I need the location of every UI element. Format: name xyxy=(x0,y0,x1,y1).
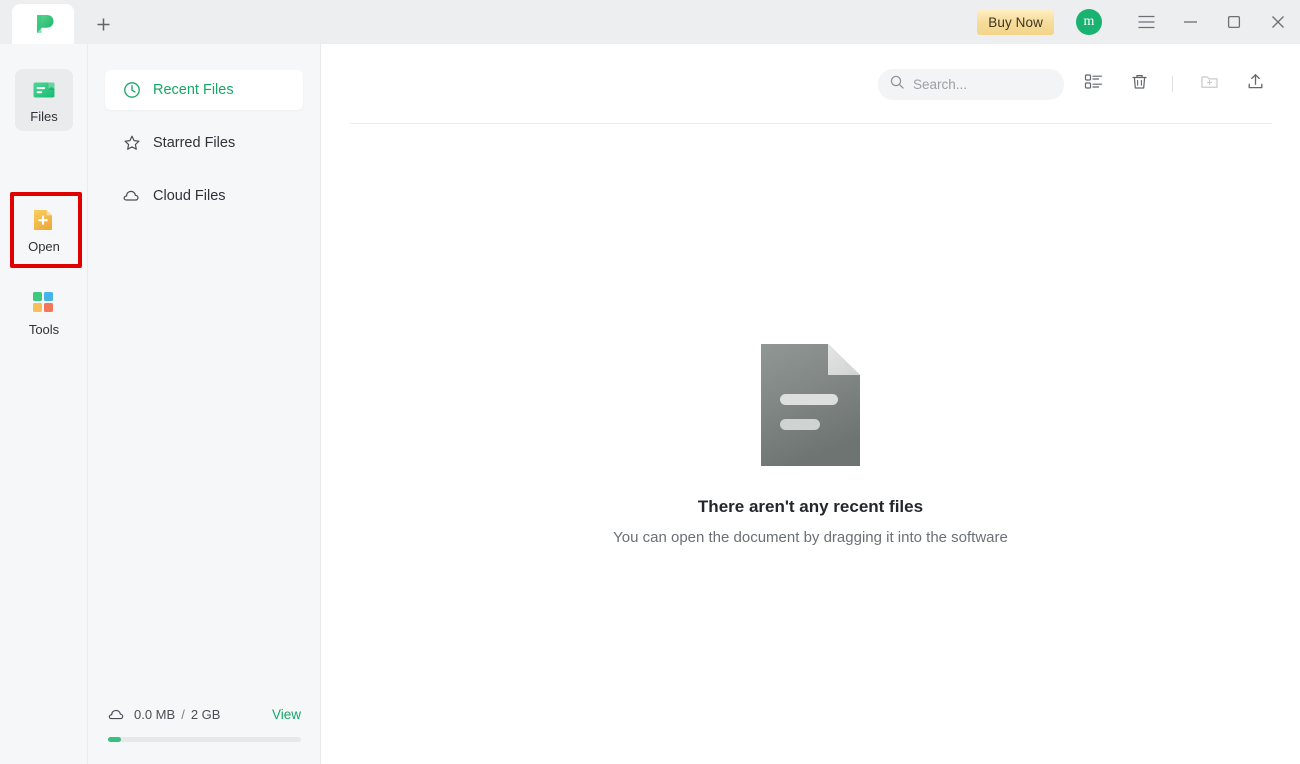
app-window: Buy Now m Files Open Tools Recent Files … xyxy=(0,0,1300,764)
toolbar-divider xyxy=(1172,76,1173,92)
new-folder-button[interactable] xyxy=(1192,67,1226,101)
storage-indicator: 0.0 MB / 2 GB View xyxy=(88,703,321,764)
avatar[interactable]: m xyxy=(1076,9,1102,35)
new-folder-icon xyxy=(1200,72,1219,96)
clock-icon xyxy=(122,81,141,100)
rail-item-files[interactable]: Files xyxy=(15,69,73,131)
document-tab[interactable] xyxy=(12,4,74,44)
open-document-plus-icon xyxy=(31,207,57,233)
list-view-icon xyxy=(1084,72,1103,96)
empty-state-title: There aren't any recent files xyxy=(697,497,924,516)
plus-icon xyxy=(96,17,111,32)
close-icon xyxy=(1271,15,1285,29)
maximize-icon xyxy=(1227,15,1241,29)
storage-separator: / xyxy=(181,706,185,722)
star-icon xyxy=(122,134,141,153)
storage-used: 0.0 MB xyxy=(134,706,176,722)
tab-strip xyxy=(0,0,122,44)
nav-panel: Recent Files Starred Files Cloud Files 0… xyxy=(88,44,321,764)
storage-progress-fill xyxy=(108,737,121,742)
storage-row: 0.0 MB / 2 GB View xyxy=(108,703,301,725)
title-bar: Buy Now m xyxy=(0,0,1300,44)
document-placeholder-icon xyxy=(761,344,860,466)
cloud-icon xyxy=(122,187,141,206)
sidebar-item-label: Recent Files xyxy=(153,82,234,98)
hamburger-menu-icon xyxy=(1138,15,1155,29)
empty-state: There aren't any recent files You can op… xyxy=(321,344,1300,546)
empty-state-subtitle: You can open the document by dragging it… xyxy=(613,529,1008,546)
rail-item-tools[interactable]: Tools xyxy=(15,282,73,344)
hamburger-menu-button[interactable] xyxy=(1124,0,1168,44)
app-logo-icon xyxy=(30,11,56,37)
storage-view-link[interactable]: View xyxy=(272,707,301,722)
sidebar-item-starred-files[interactable]: Starred Files xyxy=(105,123,303,163)
minimize-button[interactable] xyxy=(1168,0,1212,44)
sidebar-item-label: Starred Files xyxy=(153,135,236,151)
storage-total: 2 GB xyxy=(190,706,221,722)
trash-button[interactable] xyxy=(1122,67,1156,101)
main-content: Search... There aren't any recent files … xyxy=(321,44,1300,764)
search-icon xyxy=(890,75,904,94)
left-rail: Files Open Tools xyxy=(0,44,88,764)
close-button[interactable] xyxy=(1256,0,1300,44)
trash-icon xyxy=(1130,72,1149,96)
files-icon xyxy=(31,77,57,103)
rail-item-label: Open xyxy=(28,238,60,254)
title-bar-controls: Buy Now m xyxy=(977,0,1300,44)
search-placeholder: Search... xyxy=(913,76,968,92)
toolbar-rule xyxy=(350,123,1272,124)
rail-item-label: Files xyxy=(30,108,58,124)
tools-grid-icon xyxy=(31,290,57,316)
search-input[interactable]: Search... xyxy=(878,68,1064,100)
list-view-button[interactable] xyxy=(1076,67,1110,101)
rail-item-open[interactable]: Open xyxy=(15,199,73,261)
cloud-icon xyxy=(108,705,126,723)
sidebar-item-cloud-files[interactable]: Cloud Files xyxy=(105,176,303,216)
sidebar-item-recent-files[interactable]: Recent Files xyxy=(105,70,303,110)
rail-item-label: Tools xyxy=(28,321,60,337)
new-tab-button[interactable] xyxy=(84,4,122,44)
upload-icon xyxy=(1246,72,1265,96)
buy-now-button[interactable]: Buy Now xyxy=(977,9,1054,35)
storage-progress-bar xyxy=(108,737,301,742)
nav-list: Recent Files Starred Files Cloud Files xyxy=(88,44,320,216)
maximize-button[interactable] xyxy=(1212,0,1256,44)
content-toolbar: Search... xyxy=(321,44,1300,124)
upload-button[interactable] xyxy=(1238,67,1272,101)
minimize-icon xyxy=(1183,16,1198,28)
sidebar-item-label: Cloud Files xyxy=(153,188,226,204)
